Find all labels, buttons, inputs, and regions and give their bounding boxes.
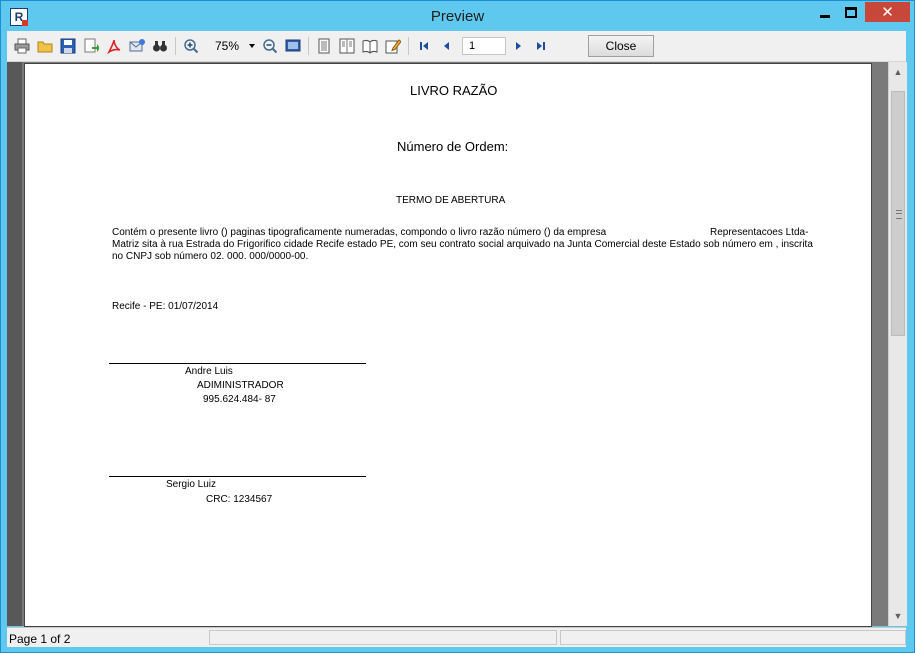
close-button[interactable]: Close — [588, 35, 654, 57]
close-window-button[interactable]: ✕ — [865, 2, 910, 22]
find-button[interactable] — [151, 37, 169, 55]
toolbar-separator — [308, 37, 309, 55]
chevron-down-icon — [249, 44, 255, 48]
scrollbar-thumb[interactable] — [891, 91, 905, 336]
signature-line — [109, 476, 366, 477]
two-pages-button[interactable] — [338, 37, 356, 55]
left-gutter — [7, 62, 22, 626]
prev-page-icon — [444, 42, 449, 50]
zoom-in-icon — [184, 39, 199, 54]
zoom-in-button[interactable] — [182, 37, 200, 55]
grip-icon — [896, 210, 902, 219]
save-button[interactable] — [59, 37, 77, 55]
status-bar: Page 1 of 2 — [7, 627, 906, 647]
toolbar-separator — [175, 37, 176, 55]
prev-page-button[interactable] — [438, 37, 456, 55]
full-page-icon — [285, 39, 301, 52]
signer-crc: CRC: 1234567 — [206, 494, 273, 505]
full-page-button[interactable] — [284, 37, 302, 55]
scroll-down-icon[interactable]: ▼ — [889, 608, 907, 624]
signer-name: Sergio Luiz — [166, 479, 217, 490]
paragraph-line: Contém o presente livro () paginas tipog… — [112, 227, 607, 238]
toolbar: 75% 1 Close — [7, 31, 906, 62]
next-page-icon — [516, 42, 521, 50]
page-number-input[interactable]: 1 — [462, 37, 506, 55]
save-icon — [60, 38, 76, 54]
page-title: LIVRO RAZÃO — [410, 83, 498, 98]
open-icon — [37, 41, 53, 53]
minimize-button[interactable] — [812, 2, 838, 22]
export-icon — [84, 38, 99, 53]
zoom-level-value: 75% — [215, 39, 240, 53]
edit-button[interactable] — [384, 37, 402, 55]
last-page-icon — [537, 42, 545, 50]
place-date: Recife - PE: 01/07/2014 — [112, 301, 219, 312]
pdf-icon — [107, 39, 121, 54]
scroll-up-icon[interactable]: ▲ — [889, 64, 907, 80]
preview-viewport[interactable]: LIVRO RAZÃO Número de Ordem: TERMO DE AB… — [7, 62, 907, 626]
pdf-export-button[interactable] — [105, 37, 123, 55]
next-page-button[interactable] — [509, 37, 527, 55]
page-info: Page 1 of 2 — [9, 632, 71, 646]
paragraph-line: Matriz sita à rua Estrada do Frigorifico… — [112, 239, 813, 250]
close-icon: ✕ — [881, 3, 894, 21]
signer-name: Andre Luis — [185, 366, 233, 377]
email-icon — [129, 39, 145, 52]
email-button[interactable] — [128, 37, 146, 55]
maximize-icon — [845, 6, 857, 18]
signer-role: ADIMINISTRADOR — [197, 380, 284, 391]
zoom-out-icon — [263, 39, 278, 54]
first-page-button[interactable] — [415, 37, 433, 55]
paragraph-company-name: Representacoes Ltda- — [710, 227, 809, 238]
first-page-icon — [420, 42, 428, 50]
zoom-out-button[interactable] — [261, 37, 279, 55]
edit-icon — [385, 39, 401, 54]
status-cell: Page 1 of 2 — [7, 630, 207, 646]
paragraph-line: no CNPJ sob número 02. 000. 000/0000-00. — [112, 251, 309, 262]
zoom-level-dropdown[interactable]: 75% — [209, 37, 261, 55]
book-view-icon — [362, 39, 378, 54]
signature-line — [109, 363, 366, 364]
book-view-button[interactable] — [361, 37, 379, 55]
print-icon — [14, 38, 30, 54]
vertical-scrollbar[interactable]: ▲ ▼ — [888, 62, 907, 626]
last-page-button[interactable] — [532, 37, 550, 55]
status-cell — [560, 630, 906, 645]
report-page: LIVRO RAZÃO Número de Ordem: TERMO DE AB… — [25, 64, 871, 626]
window-title: Preview — [430, 8, 485, 25]
export-button[interactable] — [82, 37, 100, 55]
open-button[interactable] — [36, 37, 54, 55]
single-page-icon — [318, 38, 330, 54]
order-number-label: Número de Ordem: — [397, 139, 509, 154]
find-icon — [153, 41, 167, 52]
section-heading: TERMO DE ABERTURA — [396, 195, 506, 206]
two-pages-icon — [339, 38, 355, 54]
single-page-button[interactable] — [315, 37, 333, 55]
status-cell — [209, 630, 557, 645]
minimize-icon — [820, 14, 830, 18]
signer-id: 995.624.484- 87 — [203, 394, 276, 405]
toolbar-separator — [408, 37, 409, 55]
maximize-button[interactable] — [838, 2, 864, 22]
print-button[interactable] — [13, 37, 31, 55]
title-bar[interactable]: R Preview ✕ — [1, 1, 914, 31]
